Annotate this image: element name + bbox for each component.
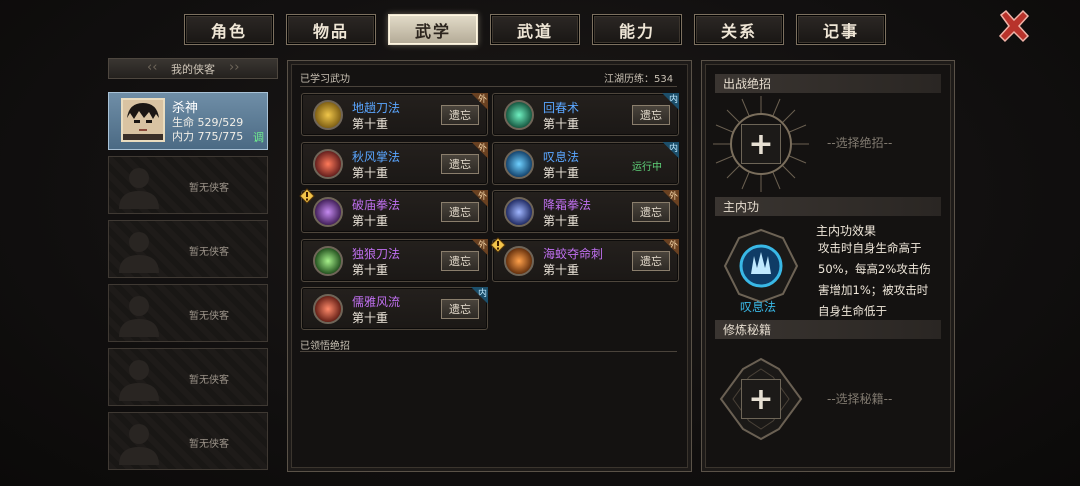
hero-mp: 内力 775/775: [172, 130, 244, 143]
forget-button[interactable]: 遗忘: [441, 105, 479, 125]
forget-button[interactable]: 遗忘: [441, 299, 479, 319]
arrow-left-icon: ‹‹: [147, 60, 158, 75]
empty-slot-label: 暂无侠客: [189, 439, 229, 450]
skill-name: 叹息法: [543, 149, 580, 164]
skill-name: 破庙拳法: [352, 198, 401, 212]
roster-header: ‹‹ 我的侠客 ››: [108, 58, 278, 79]
hero-slot-empty[interactable]: 暂无侠客: [108, 348, 268, 406]
learned-skills-title: 已学习武功: [300, 74, 350, 85]
close-icon[interactable]: [996, 8, 1032, 44]
manual-header: 修炼秘籍: [715, 320, 941, 339]
silhouette-icon: [119, 360, 159, 401]
tab-journal[interactable]: 记事: [796, 14, 886, 45]
skill-name: 地趟刀法: [352, 101, 401, 115]
wolf-blade-icon: [313, 245, 343, 276]
hero-slot-empty[interactable]: 暂无侠客: [108, 412, 268, 470]
skill-card[interactable]: 地趟刀法 第十重 遗忘外: [301, 93, 488, 136]
main-skill-frame-icon: [723, 228, 799, 304]
silhouette-icon: [119, 232, 159, 273]
skill-card[interactable]: 儒雅风流 第十重 遗忘内: [301, 287, 488, 330]
main-skill-name: 叹息法: [740, 300, 777, 314]
tab-relations[interactable]: 关系: [694, 14, 784, 45]
skill-card[interactable]: 独狼刀法 第十重 遗忘外: [301, 238, 488, 282]
hero-portrait: [121, 98, 165, 142]
hero-slot-empty[interactable]: 暂无侠客: [108, 220, 268, 278]
forget-button[interactable]: 遗忘: [632, 105, 670, 125]
skill-name: 回春术: [543, 101, 580, 115]
skill-level: 第十重: [543, 262, 580, 277]
empty-slot-label: 暂无侠客: [189, 247, 229, 258]
skill-name: 秋风掌法: [352, 149, 401, 164]
effect-title: 主内功效果: [816, 224, 877, 238]
sigh-icon: [504, 148, 534, 179]
empty-slot-label: 暂无侠客: [189, 183, 229, 194]
game-screen: { "tabs": [ {"label": "角色"}, {"label": "…: [0, 0, 1080, 486]
hero-slot-empty[interactable]: 暂无侠客: [108, 156, 268, 214]
tab-items[interactable]: 物品: [286, 14, 376, 45]
skill-name: 海蛟夺命刺: [543, 246, 604, 261]
empty-slot-label: 暂无侠客: [189, 311, 229, 322]
experience-counter: 江湖历练：534: [604, 74, 674, 85]
forget-button[interactable]: 遗忘: [632, 202, 670, 222]
warning-icon: [299, 188, 315, 204]
arrow-right-icon: ››: [229, 60, 240, 75]
skill-level: 第十重: [543, 214, 580, 228]
add-manual-button[interactable]: +: [741, 379, 781, 419]
silhouette-icon: [119, 296, 159, 337]
skill-name: 独狼刀法: [352, 246, 401, 261]
skill-card[interactable]: 秋风掌法 第十重 遗忘外: [301, 141, 488, 185]
tab-abilities[interactable]: 能力: [592, 14, 682, 45]
skill-name: 儒雅风流: [352, 295, 401, 309]
skill-level: 第十重: [352, 117, 389, 131]
skill-level: 第十重: [543, 117, 580, 131]
silhouette-icon: [119, 168, 159, 209]
skill-card[interactable]: 叹息法 第十重 运行中内: [492, 141, 679, 185]
roster-title: 我的侠客: [171, 62, 215, 76]
scholar-icon: [313, 294, 343, 324]
skill-level: 第十重: [352, 311, 389, 325]
palm-icon: [313, 148, 343, 179]
adjust-button[interactable]: 调: [253, 129, 264, 145]
ultimate-hint: --选择绝招--: [827, 136, 893, 150]
tab-martial-arts[interactable]: 武学: [388, 14, 478, 45]
silhouette-icon: [119, 424, 159, 465]
forget-button[interactable]: 遗忘: [441, 153, 479, 174]
empty-slot-label: 暂无侠客: [189, 375, 229, 386]
effect-description: 攻击时自身生命高于50%，每高2%攻击伤害增加1%；被攻击时自身生命低于: [818, 241, 931, 318]
skill-level: 第十重: [543, 165, 580, 180]
skill-level: 第十重: [352, 262, 389, 277]
tab-wudao[interactable]: 武道: [490, 14, 580, 45]
warning-icon: [490, 236, 506, 253]
blade-icon: [313, 100, 343, 130]
skill-type-tag: 内: [662, 141, 679, 159]
forget-button[interactable]: 遗忘: [441, 250, 479, 271]
skill-card[interactable]: 降霜拳法 第十重 遗忘外: [492, 190, 679, 233]
divider: [300, 86, 677, 87]
running-status: 运行中: [632, 161, 662, 173]
skill-level: 第十重: [352, 165, 389, 180]
frost-icon: [504, 197, 534, 227]
hero-slot-empty[interactable]: 暂无侠客: [108, 284, 268, 342]
forget-button[interactable]: 遗忘: [441, 202, 479, 222]
healing-icon: [504, 100, 534, 130]
skill-card[interactable]: 海蛟夺命刺 第十重 遗忘外: [490, 236, 679, 282]
ultimates-title: 已领悟绝招: [300, 341, 350, 352]
skill-level: 第十重: [352, 214, 389, 228]
manual-hint: --选择秘籍--: [827, 392, 893, 406]
flame-icon: [504, 245, 534, 276]
skill-card[interactable]: 回春术 第十重 遗忘内: [492, 93, 679, 136]
fist-icon: [313, 197, 343, 227]
divider: [300, 351, 677, 352]
add-ultimate-button[interactable]: +: [741, 124, 781, 164]
hero-slot-selected[interactable]: 杀神 生命 529/529 内力 775/775 调: [108, 92, 268, 150]
main-skill-header: 主内功: [715, 197, 941, 216]
ultimate-header: 出战绝招: [715, 74, 941, 93]
skill-name: 降霜拳法: [543, 198, 592, 212]
tab-role[interactable]: 角色: [184, 14, 274, 45]
skill-card[interactable]: 破庙拳法 第十重 遗忘外: [299, 188, 488, 233]
forget-button[interactable]: 遗忘: [632, 250, 670, 271]
